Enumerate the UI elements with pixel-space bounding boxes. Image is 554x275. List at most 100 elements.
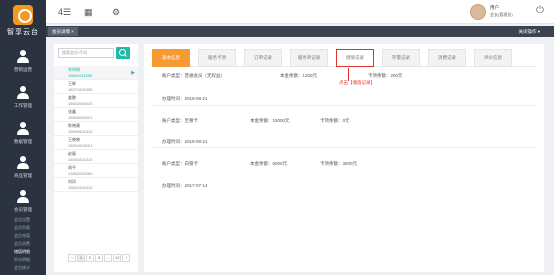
page-button[interactable]: 3 [95,254,103,262]
member-name: 李明娟 [68,67,80,72]
logo: 智享云台 [0,0,46,38]
member-name: 陈晓康 [68,123,80,128]
member-row[interactable]: 王晓晓 15001003101 [54,136,138,150]
chevron-right-icon: ▶ [131,70,135,76]
account-type: 账户类型：至尊卡 [162,118,198,123]
sidebar-item-label: 会员管理 [14,207,32,212]
user-icon [17,122,29,135]
page-button[interactable]: ... [104,254,112,262]
logo-icon [13,5,33,25]
sidebar-item-goods[interactable]: 商品管理 [0,150,46,186]
sidebar-item-members[interactable]: 会员管理 [0,184,46,220]
page-button[interactable]: › [122,254,131,262]
user-icon [17,50,29,63]
member-name: 张鑫 [68,109,76,114]
detail-tab[interactable]: 存量记录 [382,49,420,67]
user-name[interactable]: 用户 [490,5,499,11]
member-list: 李明娟 15601011550 ▶ 王辉 18271001055 姜鹏 1560200002… [54,66,138,192]
account-card: 账户类型：普通会员（无权益） 本金余额：1200元 卡项余额：200元 办理时间… [152,66,536,106]
member-row[interactable]: 张鑫 15600000021 [54,108,138,122]
detail-tab[interactable]: 储值记录 [336,49,374,67]
account-card: 账户类型：至尊卡 本金余额：15000元 卡项余额：0元 办理时间：2018-0… [152,108,536,148]
user-icon [17,190,29,203]
member-name: 刘凤 [68,179,76,184]
submenu-item[interactable]: 积分明细 [0,256,46,264]
detail-tabs: 基本信息 服务卡项 订单记录 服务单记录 储值记录 存量记录 消费记录 评价信息 [152,49,536,67]
member-phone: 15001003101 [68,143,93,148]
card-balance: 卡项余额：0元 [320,118,350,123]
page-button[interactable]: 12 [113,254,122,262]
search-icon[interactable] [116,47,130,59]
close-operations-menu[interactable]: 关闭操作 ▾ [518,27,540,36]
power-icon[interactable]: ⏻ [536,5,544,16]
principal-balance: 本金余额：6000元 [250,161,288,166]
member-name: 赵磊 [68,151,76,156]
account-type: 账户类型：白银卡 [162,161,198,166]
app: 智享云台 营销运营 工作管理 数据管理 商品管理 会员管理 会员设置 会员列表 … [0,0,554,275]
hamburger-icon[interactable]: 4☰ [58,7,71,17]
page-button[interactable]: 1 [77,254,85,262]
member-phone: 15601011550 [68,73,93,78]
detail-tab[interactable]: 服务单记录 [290,49,328,67]
user-role: 会长(管理员) [490,12,513,17]
card-balance: 卡项余额：200元 [368,73,403,78]
submenu-item[interactable]: 储值明细 [0,248,46,256]
submenu-item[interactable]: 会员设置 [0,216,46,224]
member-row[interactable]: 王辉 18271001055 [54,80,138,94]
search-input[interactable]: 搜索会员/手机 [58,48,114,58]
account-type: 账户类型：普通会员（无权益） [162,73,225,78]
submenu-item[interactable]: 会员统计 [0,264,46,272]
page-button[interactable]: 2 [86,254,94,262]
member-row[interactable]: 赵磊 15001001310 [54,150,138,164]
sidebar: 智享云台 营销运营 工作管理 数据管理 商品管理 会员管理 会员设置 会员列表 … [0,0,46,275]
open-date: 办理时间：2018-08-21 [162,96,208,101]
detail-tab[interactable]: 评价信息 [474,49,512,67]
submenu-item[interactable]: 会员列表 [0,224,46,232]
principal-balance: 本金余额：1200元 [280,73,318,78]
detail-tab[interactable]: 消费记录 [428,49,466,67]
sidebar-item-label: 工作管理 [14,103,32,108]
sidebar-submenu: 会员设置 会员列表 会员充值 会员消费 储值明细 积分明细 会员统计 [0,216,46,272]
member-phone: 15601001010 [68,185,93,190]
user-icon [17,86,29,99]
sidebar-item-label: 数据管理 [14,139,32,144]
member-phone: 15600000021 [68,115,93,120]
sidebar-item-marketing[interactable]: 营销运营 [0,44,46,80]
detail-tab[interactable]: 服务卡项 [198,49,236,67]
avatar[interactable] [470,4,486,20]
page-tab-strip: 会员详情 × 关闭操作 ▾ [46,26,554,37]
sidebar-item-label: 营销运营 [14,67,32,72]
page-button[interactable]: ‹ [68,254,76,262]
member-phone: 13552000260 [68,171,93,176]
submenu-item[interactable]: 会员消费 [0,240,46,248]
gear-icon[interactable]: ⚙ [112,7,120,17]
member-phone: 15602000020 [68,101,93,106]
user-icon [17,156,29,169]
open-date: 办理时间：2017-07-14 [162,183,208,188]
grid-icon[interactable]: ▦ [84,7,93,17]
member-list-panel: 搜索会员/手机 李明娟 15601011550 ▶ 王辉 18271001055 姜鹏 15… [54,44,138,272]
member-row[interactable]: 陈晓康 15600001310 [54,122,138,136]
sidebar-item-data[interactable]: 数据管理 [0,116,46,152]
open-date: 办理时间：2018-08-21 [162,139,208,144]
member-name: 王晓晓 [68,137,80,142]
detail-tab[interactable]: 基本信息 [152,49,190,67]
card-balance: 卡项余额：3500元 [320,161,358,166]
account-card: 账户类型：白银卡 本金余额：6000元 卡项余额：3500元 办理时间：2017… [152,152,536,192]
submenu-item[interactable]: 会员充值 [0,232,46,240]
sidebar-item-work[interactable]: 工作管理 [0,80,46,116]
member-name: 王辉 [68,81,76,86]
member-row[interactable]: 李明娟 15601011550 ▶ [54,66,138,80]
member-name: 姜鹏 [68,95,76,100]
detail-tab[interactable]: 订单记录 [244,49,282,67]
top-bar: 4☰ ▦ ⚙ 用户 会长(管理员) ⏻ [46,0,554,24]
member-row[interactable]: 刘凤 15601001010 [54,178,138,192]
member-phone: 15001001310 [68,157,93,162]
member-row[interactable]: 周平 13552000260 [54,164,138,178]
member-phone: 15600001310 [68,129,93,134]
member-row[interactable]: 姜鹏 15602000020 [54,94,138,108]
logo-text: 智享云台 [7,29,39,36]
sidebar-item-label: 商品管理 [14,173,32,178]
pagination: ‹ 1 2 3... 12 › [68,254,131,262]
open-page-tab[interactable]: 会员详情 × [48,27,78,36]
